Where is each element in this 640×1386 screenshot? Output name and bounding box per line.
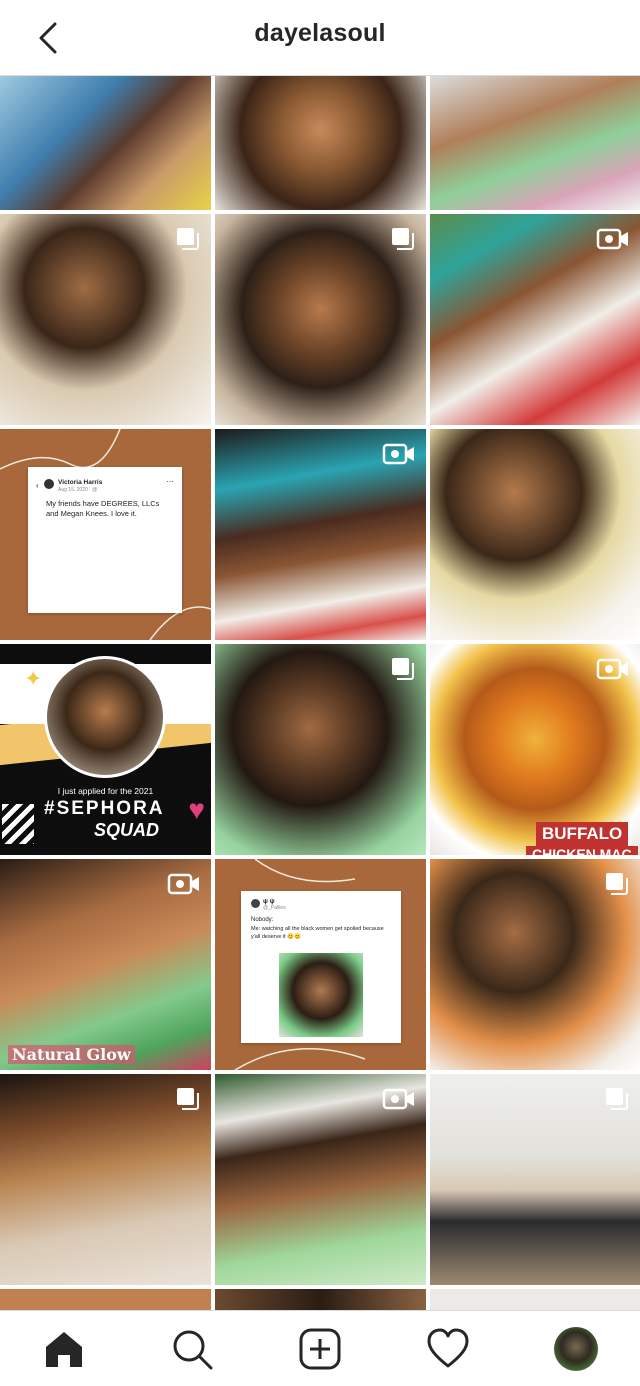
tweet-handle: @_Pallies	[263, 905, 286, 911]
tweet-author: ψ ψ	[263, 898, 275, 905]
tweet-text: My friends have DEGREES, LLCs and Megan …	[46, 499, 160, 518]
profile-avatar	[554, 1327, 598, 1371]
caption-banner: BUFFALO	[536, 822, 629, 846]
post-tile[interactable]	[215, 644, 426, 855]
stripes-decoration	[2, 804, 34, 844]
post-photo	[0, 76, 211, 210]
tweet-author: Victoria Harris	[58, 479, 103, 486]
video-camera-icon	[596, 226, 630, 252]
home-icon	[46, 1332, 82, 1367]
carousel-icon	[175, 226, 201, 252]
post-overlay-text: I just applied for the 2021	[57, 786, 154, 796]
add-post-icon	[299, 1328, 341, 1370]
post-overlay-squad: SQUAD	[94, 820, 160, 840]
post-tile[interactable]	[0, 214, 211, 425]
tweet-date: Aug 15, 2020 · @	[58, 487, 98, 493]
profile-username-title: dayelasoul	[254, 19, 386, 47]
tweet-label: Nobody:	[251, 917, 274, 923]
post-tile[interactable]	[430, 859, 640, 1070]
carousel-icon	[604, 871, 630, 897]
tweet-text: Me: watching all the black women get spo…	[251, 926, 384, 940]
carousel-icon	[604, 1086, 630, 1112]
carousel-icon	[175, 1086, 201, 1112]
video-camera-icon	[596, 656, 630, 682]
tab-home[interactable]	[42, 1327, 86, 1371]
post-tile[interactable]	[0, 1074, 211, 1285]
post-photo	[430, 76, 640, 210]
carousel-icon	[390, 656, 416, 682]
post-tile[interactable]	[430, 429, 640, 640]
carousel-icon	[390, 226, 416, 252]
search-icon	[173, 1330, 213, 1370]
tweet-card: ‹ Victoria Harris Aug 15, 2020 · @ ··· M…	[28, 467, 182, 613]
post-tile[interactable]	[430, 214, 640, 425]
post-tile[interactable]	[0, 1289, 211, 1310]
post-tile[interactable]	[215, 214, 426, 425]
post-tile[interactable]	[215, 1289, 426, 1310]
video-camera-icon	[167, 871, 201, 897]
tweet-photo	[279, 953, 363, 1037]
bottom-tab-bar	[0, 1310, 640, 1386]
post-tile[interactable]: ✦ I just applied for the 2021 #SEPHORA S…	[0, 644, 211, 855]
post-photo	[430, 429, 640, 640]
post-tile[interactable]	[430, 76, 640, 210]
video-camera-icon	[382, 1086, 416, 1112]
post-tile[interactable]: Natural Glow	[0, 859, 211, 1070]
post-photo	[215, 76, 426, 210]
heart-icon	[427, 1328, 469, 1368]
post-tile[interactable]: ψ ψ @_Pallies Nobody: Me: watching all t…	[215, 859, 426, 1070]
post-tile[interactable]: BUFFALO CHICKEN MAC	[430, 644, 640, 855]
video-camera-icon	[382, 441, 416, 467]
tab-create[interactable]	[298, 1327, 342, 1371]
post-tile[interactable]: ‹ Victoria Harris Aug 15, 2020 · @ ··· M…	[0, 429, 211, 640]
sparkle-icon: ✦	[24, 666, 43, 691]
heart-decoration: ♥	[188, 794, 205, 825]
post-tile[interactable]	[215, 76, 426, 210]
post-tile[interactable]	[430, 1289, 640, 1310]
post-tile[interactable]	[0, 76, 211, 210]
post-overlay-hashtag: #SEPHORA	[44, 798, 165, 819]
tab-activity[interactable]	[426, 1327, 470, 1371]
post-tile[interactable]	[430, 1074, 640, 1285]
tab-profile[interactable]	[554, 1327, 598, 1371]
tab-search[interactable]	[170, 1327, 214, 1371]
posts-grid: ‹ Victoria Harris Aug 15, 2020 · @ ··· M…	[0, 76, 640, 1310]
top-navigation-bar: dayelasoul	[0, 0, 640, 76]
tweet-card: ψ ψ @_Pallies Nobody: Me: watching all t…	[241, 891, 401, 1043]
post-overlay-caption: Natural Glow	[8, 1045, 135, 1064]
caption-banner-2: CHICKEN MAC	[526, 846, 638, 855]
profile-photo-circle	[44, 656, 166, 778]
post-tile[interactable]	[215, 1074, 426, 1285]
post-tile[interactable]	[215, 429, 426, 640]
